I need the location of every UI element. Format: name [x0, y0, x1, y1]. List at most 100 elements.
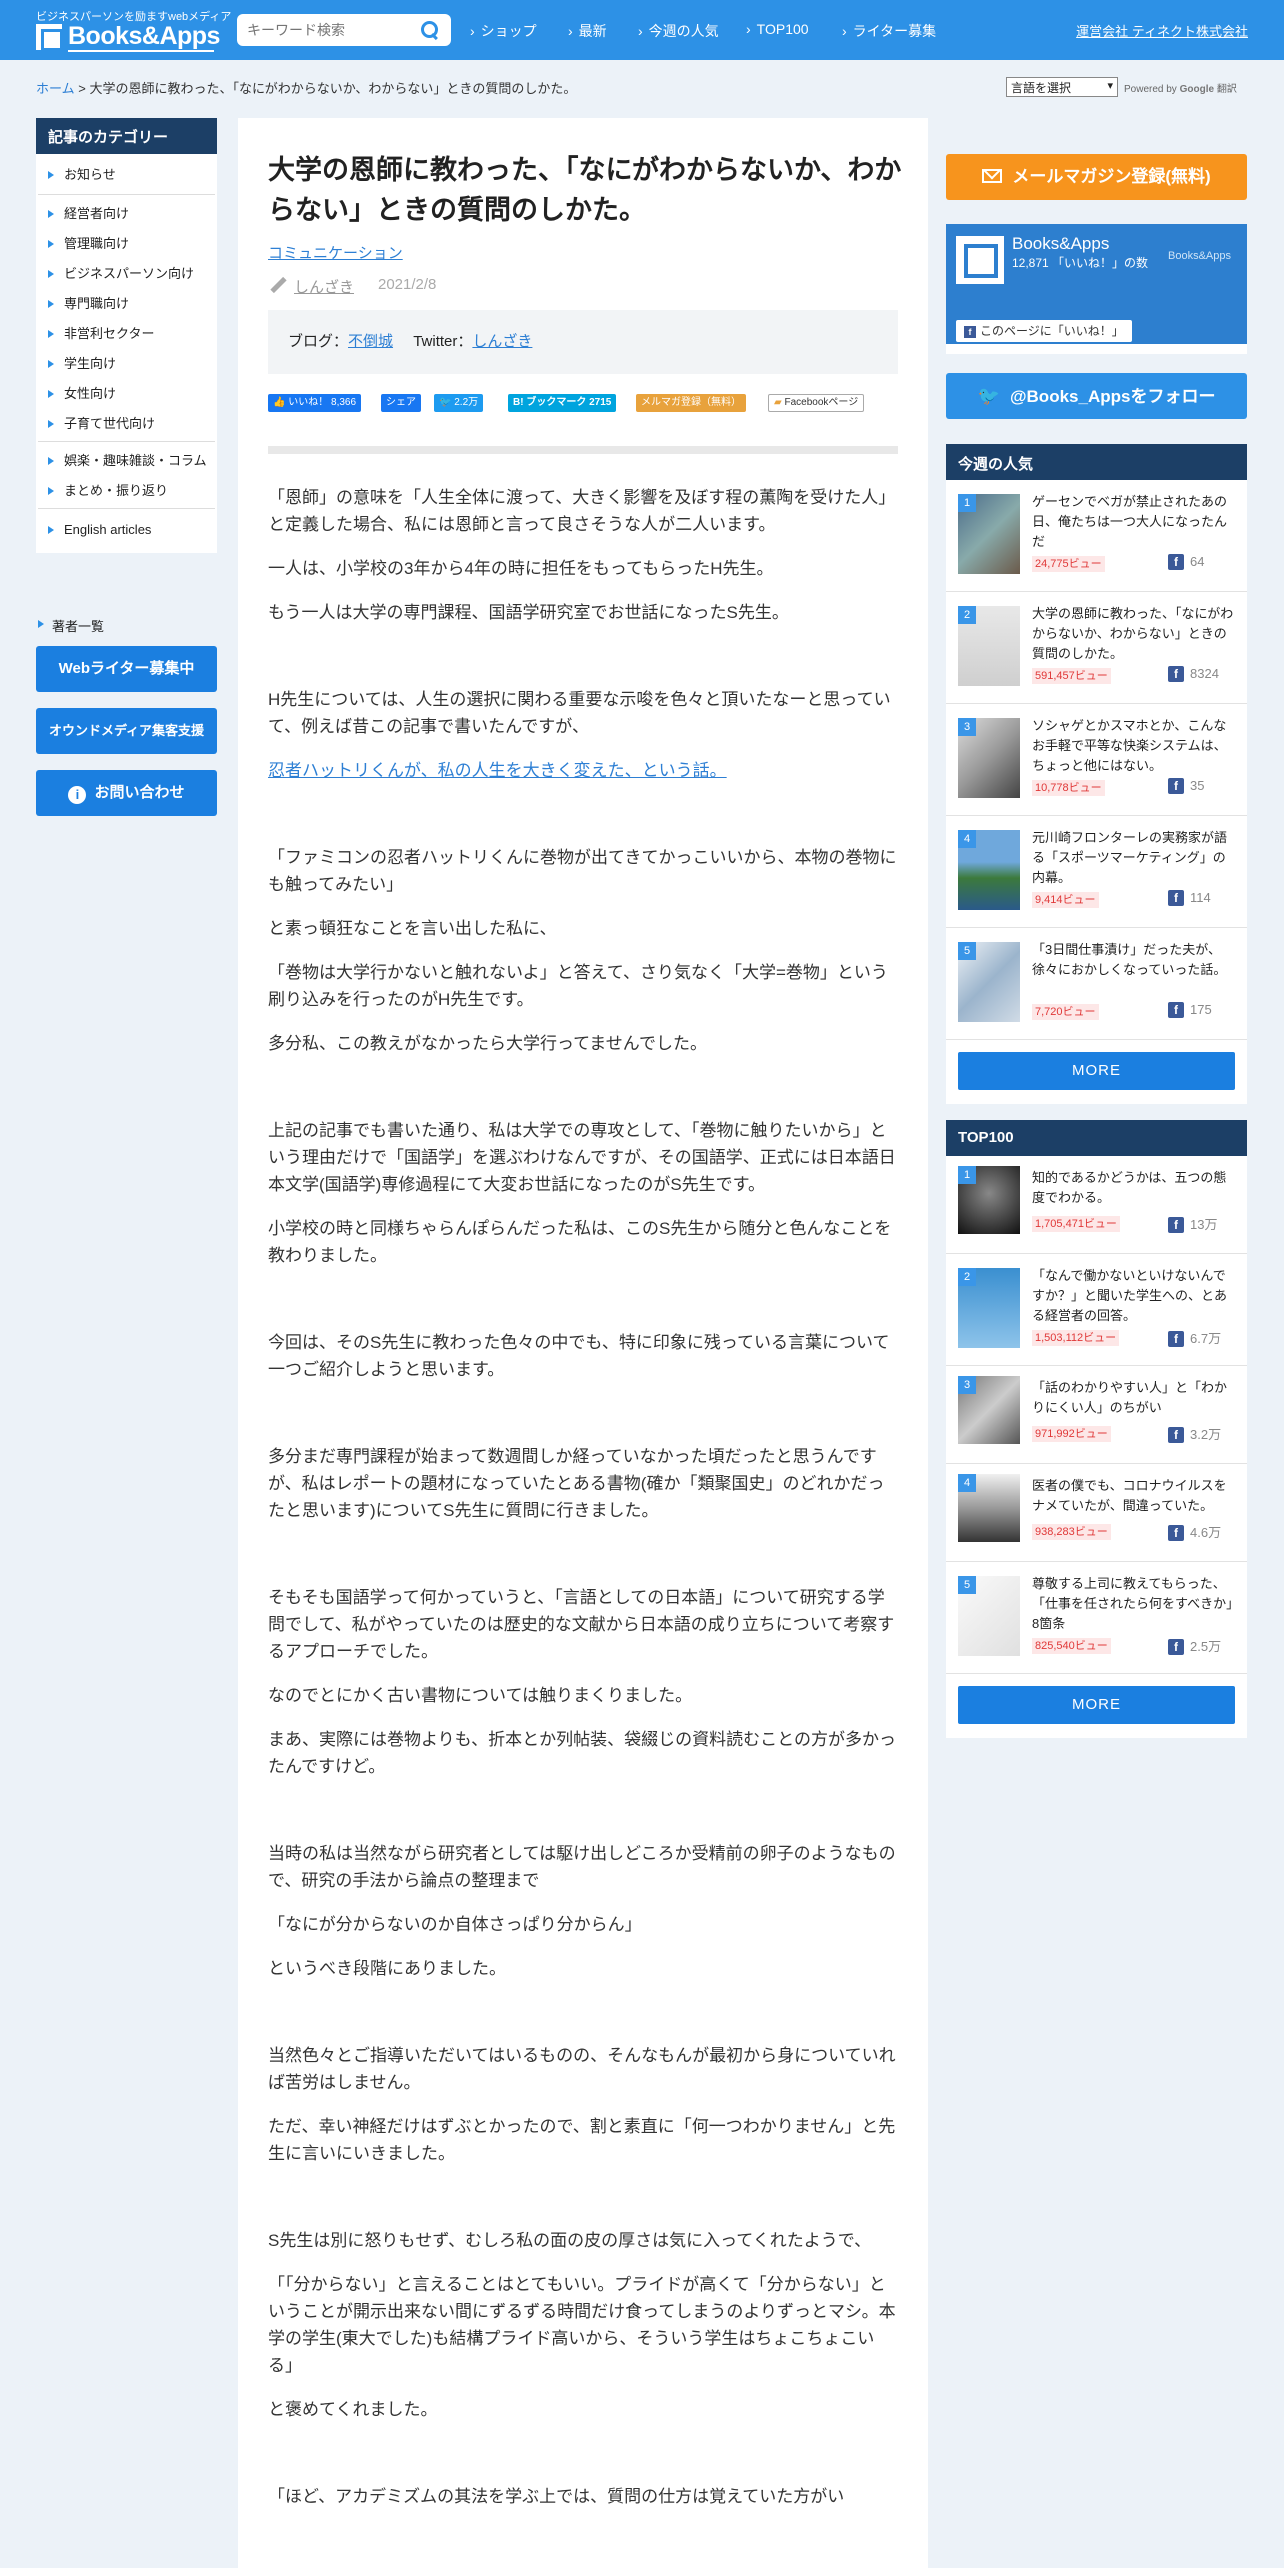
search-box	[237, 14, 451, 46]
ranking-item[interactable]: 1 ゲーセンでベガが禁止されたあの日、俺たちは一つ大人になったんだ 24,775…	[946, 480, 1247, 592]
fb-share-button[interactable]: シェア	[381, 394, 421, 412]
facebook-icon: f	[1168, 1427, 1184, 1443]
paragraph: S先生は別に怒りもせず、むしろ私の面の皮の厚さは気に入ってくれたようで、	[268, 2231, 872, 2250]
ranking-item[interactable]: 1 知的であるかどうかは、五つの態度でわかる。 1,705,471ビュー f 13…	[946, 1156, 1247, 1254]
breadcrumb-home[interactable]: ホーム	[36, 81, 75, 96]
article-title: 大学の恩師に教わった、「なにがわからないか、わからない」ときの質問のしかた。	[268, 155, 902, 225]
site-logo[interactable]: ビジネスパーソンを励ますwebメディア Books&Apps	[36, 8, 231, 52]
nav-weekly-popular[interactable]: 今週の人気	[638, 21, 719, 41]
mail-icon	[982, 169, 1003, 183]
paragraph: H先生については、人生の選択に関わる重要な示唆を色々と頂いたなーと思っていて、例…	[268, 690, 891, 736]
ranking-item[interactable]: 5 尊敬する上司に教えてもらった、「仕事を任されたら何をすべきか」8箇条 825…	[946, 1562, 1247, 1674]
fb-page-like-button[interactable]: f このページに「いいね！」	[956, 320, 1132, 342]
pencil-icon	[270, 278, 286, 294]
category-item[interactable]: ビジネスパーソン向け	[36, 265, 217, 283]
article-category[interactable]: コミュニケーション	[268, 242, 403, 263]
language-select[interactable]: 言語を選択	[1006, 77, 1118, 97]
weekly-popular-panel: 今週の人気 1 ゲーセンでベガが禁止されたあの日、俺たちは一つ大人になったんだ …	[946, 444, 1247, 1104]
category-item[interactable]: English articles	[36, 521, 217, 539]
ranking-item[interactable]: 2 大学の恩師に教わった、「なにがわからないか、わからない」ときの質問のしかた。…	[946, 592, 1247, 704]
ranking-item[interactable]: 3 「話のわかりやすい人」と「わかりにくい人」のちがい 971,992ビュー f…	[946, 1366, 1247, 1464]
article: 大学の恩師に教わった、「なにがわからないか、わからない」ときの質問のしかた。 コ…	[238, 118, 928, 2568]
hatena-bookmark-button[interactable]: B! ブックマーク 2715	[508, 394, 617, 412]
paragraph: 上記の記事でも書いた通り、私は大学での専攻として、「巻物に触りたいから」という理…	[268, 1121, 896, 1194]
twitter-follow-button[interactable]: 🐦 @Books_Appsをフォロー	[946, 373, 1247, 419]
facebook-icon: f	[1168, 666, 1184, 682]
paragraph: 小学校の時と同様ちゃらんぽらんだった私は、このS先生から随分と色んなことを教わり…	[268, 1219, 892, 1265]
ranking-item[interactable]: 3 ソシャゲとかスマホとか、こんなお手軽で平等な快楽システムは、ちょっと他にはな…	[946, 704, 1247, 816]
paragraph: 「「分からない」と言えることはとてもいい。プライドが高くて「分からない」というこ…	[268, 2275, 896, 2375]
writers-list-link[interactable]: 著者一覧	[36, 616, 104, 635]
author-info-box: ブログ：不倒城 Twitter：しんざき	[268, 310, 898, 374]
contact-button[interactable]: i お問い合わせ	[36, 770, 217, 816]
facebook-icon: f	[1168, 554, 1184, 570]
related-article-link[interactable]: 忍者ハットリくんが、私の人生を大きく変えた、という話。	[268, 757, 898, 784]
facebook-page-button[interactable]: ▰ Facebookページ	[768, 394, 865, 412]
tweet-button[interactable]: 🐦 2.2万	[434, 394, 484, 412]
owned-media-support-button[interactable]: オウンドメディア集客支援	[36, 708, 217, 754]
author-twitter-link[interactable]: しんざき	[472, 333, 532, 350]
mailmag-button[interactable]: メルマガ登録（無料）	[636, 394, 746, 412]
paragraph: 当時の私は当然ながら研究者としては駆け出しどころか受精前の卵子のようなもので、研…	[268, 1844, 896, 1890]
weekly-more-button[interactable]: MORE	[958, 1052, 1235, 1090]
category-item[interactable]: お知らせ	[36, 166, 217, 184]
breadcrumb: ホーム > 大学の恩師に教わった、「なにがわからないか、わからない」ときの質問の…	[36, 81, 577, 96]
article-body: 「恩師」の意味を「人生全体に渡って、大きく影響を及ぼす程の薫陶を受けた人」と定義…	[268, 484, 898, 2510]
category-item[interactable]: 経営者向け	[36, 205, 217, 223]
site-header: ビジネスパーソンを励ますwebメディア Books&Apps ショップ 最新 今…	[0, 0, 1284, 60]
company-link[interactable]: 運営会社 ティネクト株式会社	[1076, 21, 1248, 40]
top100-panel: TOP100 1 知的であるかどうかは、五つの態度でわかる。 1,705,471…	[946, 1120, 1247, 1738]
facebook-icon: f	[1168, 778, 1184, 794]
category-item[interactable]: まとめ・振り返り	[36, 482, 217, 500]
article-author[interactable]: しんざき	[294, 276, 354, 297]
category-item[interactable]: 娯楽・趣味雑談・コラム	[36, 452, 217, 470]
category-item[interactable]: 子育て世代向け	[36, 415, 217, 433]
nav-top100[interactable]: TOP100	[746, 21, 809, 37]
nav-writer-recruit[interactable]: ライター募集	[842, 21, 936, 41]
category-item[interactable]: 専門職向け	[36, 295, 217, 313]
ranking-item[interactable]: 4 医者の僕でも、コロナウイルスをナメていたが、間違っていた。 938,283ビ…	[946, 1464, 1247, 1562]
paragraph: と素っ頓狂なことを言い出した私に、	[268, 919, 557, 938]
fb-page-name[interactable]: Books&Apps	[1012, 234, 1109, 254]
breadcrumb-current: 大学の恩師に教わった、「なにがわからないか、わからない」ときの質問のしかた。	[89, 81, 577, 96]
paragraph: なのでとにかく古い書物については触りまくりました。	[268, 1686, 693, 1705]
nav-latest[interactable]: 最新	[568, 21, 607, 41]
paragraph: ただ、幸い神経だけはずぶとかったので、割と素直に「何一つわかりません」と先生に言…	[268, 2117, 896, 2163]
paragraph: と褒めてくれました。	[268, 2400, 438, 2419]
web-writer-recruit-button[interactable]: Webライター募集中	[36, 646, 217, 692]
facebook-icon: f	[1168, 1217, 1184, 1233]
paragraph: 「ファミコンの忍者ハットリくんに巻物が出てきてかっこいいから、本物の巻物にも触っ…	[268, 848, 897, 894]
weekly-popular-heading: 今週の人気	[946, 444, 1247, 480]
fb-like-button[interactable]: 👍 いいね！ 8,366	[268, 394, 362, 412]
facebook-icon: f	[1168, 1639, 1184, 1655]
paragraph: 「なにが分からないのか自体さっぱり分からん」	[268, 1915, 642, 1934]
facebook-icon: f	[1168, 1002, 1184, 1018]
category-item[interactable]: 女性向け	[36, 385, 217, 403]
category-item[interactable]: 非営利セクター	[36, 325, 217, 343]
facebook-icon: f	[964, 326, 976, 338]
paragraph: 多分私、この教えがなかったら大学行ってませんでした。	[268, 1034, 707, 1053]
twitter-bird-icon: 🐦	[977, 386, 1000, 406]
nav-shop[interactable]: ショップ	[470, 21, 537, 41]
search-icon[interactable]	[421, 21, 439, 39]
paragraph: 多分まだ専門課程が始まって数週間しか経っていなかった頃だったと思うんですが、私は…	[268, 1447, 885, 1520]
paragraph: そもそも国語学って何かっていうと、「言語としての日本語」について研究する学問でし…	[268, 1588, 895, 1661]
paragraph: というべき段階にありました。	[268, 1959, 506, 1978]
search-input[interactable]	[247, 18, 407, 42]
mail-magazine-button[interactable]: メールマガジン登録(無料)	[946, 154, 1247, 200]
fb-like-count: 12,871 「いいね！」の数	[1012, 256, 1149, 270]
ranking-item[interactable]: 4 元川崎フロンターレの実務家が語る「スポーツマーケティング」の内幕。 9,41…	[946, 816, 1247, 928]
fb-cover-logo: Books&Apps	[1168, 250, 1231, 262]
category-item[interactable]: 学生向け	[36, 355, 217, 373]
top100-more-button[interactable]: MORE	[958, 1686, 1235, 1724]
facebook-icon: f	[1168, 1331, 1184, 1347]
ranking-item[interactable]: 2 「なんで働かないといけないんですか？」と聞いた学生への、とある経営者の回答。…	[946, 1254, 1247, 1366]
twitter-bird-icon: 🐦	[439, 397, 452, 408]
paragraph: もう一人は大学の専門課程、国語学研究室でお世話になったS先生。	[268, 603, 789, 622]
ranking-item[interactable]: 5 「3日間仕事漬け」だった夫が、徐々におかしくなっていった話。 7,720ビュ…	[946, 928, 1247, 1040]
category-item[interactable]: 管理職向け	[36, 235, 217, 253]
author-blog-link[interactable]: 不倒城	[348, 333, 393, 350]
paragraph: 「ほど、アカデミズムの其法を学ぶ上では、質問の仕方は覚えていた方がい	[268, 2487, 845, 2506]
flag-icon: ▰	[774, 397, 782, 408]
paragraph: 「恩師」の意味を「人生全体に渡って、大きく影響を及ぼす程の薫陶を受けた人」と定義…	[268, 488, 896, 534]
